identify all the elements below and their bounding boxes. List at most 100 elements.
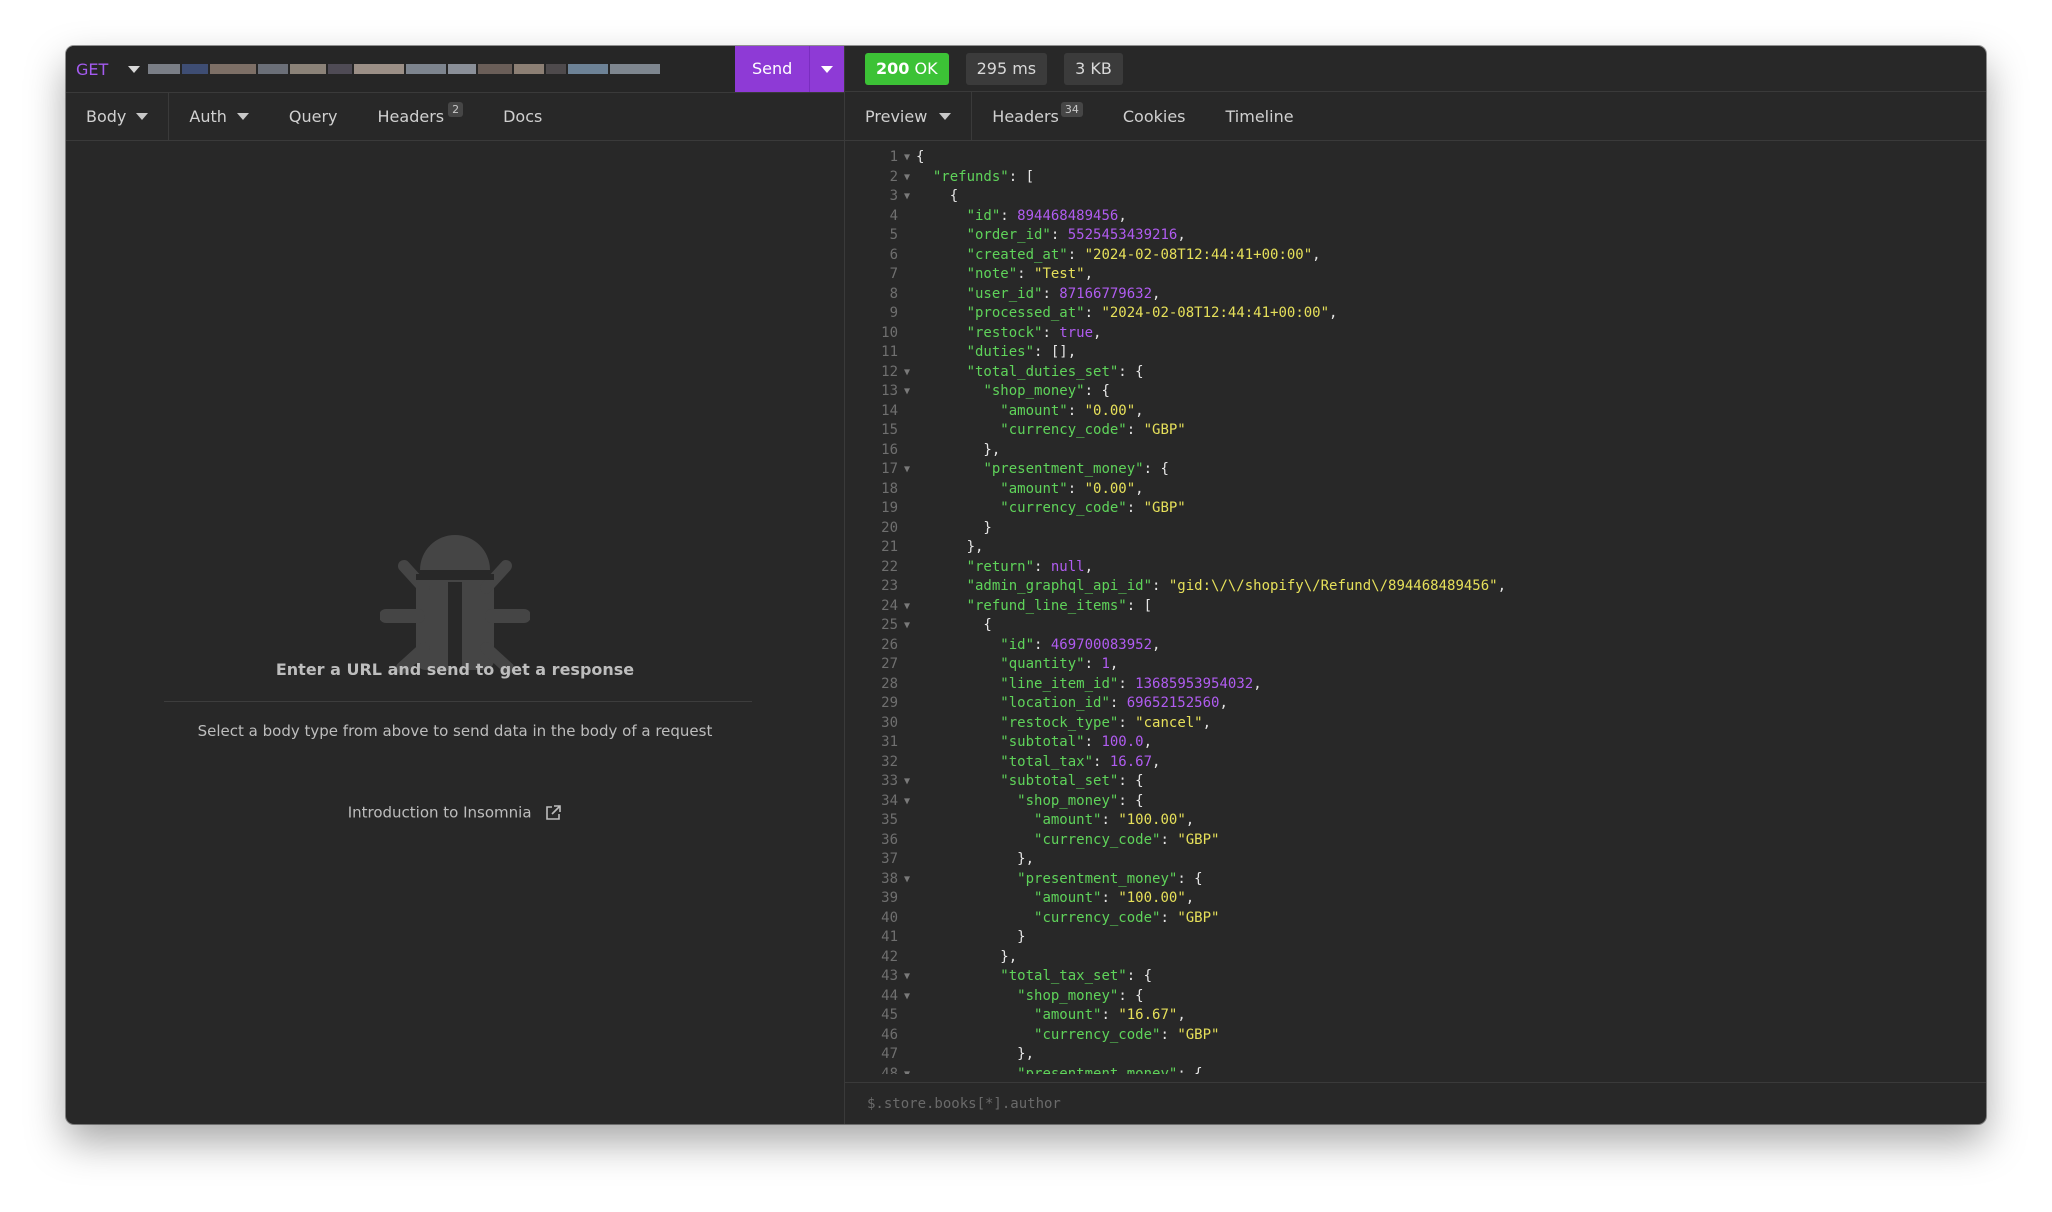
tab-label: Docs (503, 106, 543, 126)
intro-link[interactable]: Introduction to Insomnia (66, 803, 844, 822)
tab-body[interactable]: Body (66, 92, 170, 140)
code-line: 30 "restock_type": "cancel", (845, 714, 1986, 734)
line-number: 13 (881, 383, 898, 399)
line-number: 45 (881, 1007, 898, 1023)
line-number: 20 (881, 519, 898, 536)
tab-timeline[interactable]: Timeline (1206, 92, 1314, 140)
fold-gutter (898, 265, 916, 285)
line-number: 36 (881, 831, 898, 848)
code-token: : (1034, 558, 1051, 575)
send-button[interactable]: Send (735, 46, 809, 92)
line-text: "amount": "0.00", (916, 402, 1143, 422)
line-text: "currency_code": "GBP" (916, 1026, 1219, 1046)
line-number: 29 (881, 695, 898, 711)
code-line: 14 "amount": "0.00", (845, 402, 1986, 422)
tab-query[interactable]: Query (269, 92, 358, 140)
fold-toggle-icon[interactable]: ▼ (898, 187, 916, 207)
fold-toggle-icon[interactable]: ▼ (898, 168, 916, 188)
fold-toggle-icon[interactable]: ▼ (898, 987, 916, 1007)
code-line: 18 "amount": "0.00", (845, 480, 1986, 500)
code-token: "gid:\/\/shopify\/Refund\/894468489456" (1168, 578, 1498, 594)
code-line: 36 "currency_code": "GBP" (845, 831, 1986, 851)
code-token: }, (916, 1046, 1035, 1062)
fold-toggle-icon[interactable]: ▼ (898, 792, 916, 812)
count-badge: 34 (1060, 101, 1083, 117)
fold-toggle-icon[interactable]: ▼ (898, 870, 916, 890)
code-token: : (1152, 578, 1169, 594)
fold-toggle-icon[interactable]: ▼ (898, 148, 916, 168)
line-text: "currency_code": "GBP" (916, 831, 1219, 851)
code-token: "GBP" (1143, 500, 1186, 516)
line-text: "restock_type": "cancel", (916, 714, 1211, 734)
tab-response-headers[interactable]: Headers 34 (972, 92, 1103, 140)
line-text: "created_at": "2024-02-08T12:44:41+00:00… (916, 246, 1321, 266)
line-number: 47 (881, 1046, 898, 1062)
code-token: "order_id" (966, 227, 1051, 243)
code-token: "amount" (1034, 890, 1102, 906)
method-selector[interactable]: GET (76, 46, 141, 92)
fold-toggle-icon[interactable]: ▼ (898, 772, 916, 792)
code-token: }, (916, 441, 1001, 458)
line-number: 39 (881, 890, 898, 906)
code-line: 31 "subtotal": 100.0, (845, 733, 1986, 753)
code-line: 19 "currency_code": "GBP" (845, 499, 1986, 519)
fold-toggle-icon[interactable]: ▼ (898, 967, 916, 987)
code-token: : [ (1008, 168, 1035, 185)
tab-label: Preview (865, 106, 928, 126)
code-line: 10 "restock": true, (845, 324, 1986, 344)
code-token: "2024-02-08T12:44:41+00:00" (1084, 246, 1313, 263)
fold-toggle-icon[interactable]: ▼ (898, 460, 916, 480)
fold-toggle-icon[interactable]: ▼ (898, 363, 916, 383)
send-options-button[interactable] (809, 46, 844, 92)
line-text: "total_duties_set": { (916, 363, 1144, 383)
fold-gutter (898, 1006, 916, 1026)
line-text: { (916, 148, 924, 168)
code-line: 28 "line_item_id": 13685953954032, (845, 675, 1986, 695)
code-token: "restock" (966, 324, 1043, 341)
code-token: : (1160, 831, 1178, 848)
divider (164, 701, 752, 702)
tab-cookies[interactable]: Cookies (1103, 92, 1206, 140)
fold-toggle-icon[interactable]: ▼ (898, 1065, 916, 1075)
code-token: "amount" (1000, 480, 1068, 497)
url-bar: GET Send (66, 46, 844, 93)
response-body-viewer[interactable]: 1 ▼{2 ▼ "refunds": [3 ▼ {4 "id": 8944684894… (845, 148, 1986, 1074)
code-token: "quantity" (1000, 656, 1085, 672)
fold-gutter (898, 538, 916, 558)
code-token: 5525453439216 (1067, 227, 1178, 243)
code-token: "refunds" (932, 168, 1009, 185)
tab-headers[interactable]: Headers 2 (358, 92, 484, 140)
bug-icon (380, 535, 530, 674)
code-token: : (1067, 246, 1085, 263)
fold-toggle-icon[interactable]: ▼ (898, 597, 916, 617)
fold-toggle-icon[interactable]: ▼ (898, 382, 916, 402)
empty-state-subtitle: Select a body type from above to send da… (197, 722, 713, 740)
response-filter-input[interactable] (865, 1095, 1969, 1113)
tab-auth[interactable]: Auth (169, 92, 269, 140)
tab-preview[interactable]: Preview (845, 92, 973, 140)
fold-gutter (898, 675, 916, 695)
line-text: "currency_code": "GBP" (916, 909, 1219, 929)
fold-gutter (898, 831, 916, 851)
line-text: "amount": "16.67", (916, 1006, 1186, 1026)
line-text: "presentment_money": { (916, 870, 1202, 890)
line-number: 2 (889, 168, 898, 185)
code-token: , (1152, 753, 1161, 770)
tab-docs[interactable]: Docs (483, 92, 562, 140)
response-size-badge: 3 KB (1064, 52, 1123, 85)
line-number: 43 (881, 968, 898, 984)
code-token: "GBP" (1177, 831, 1220, 848)
code-token: "presentment_money" (1017, 1065, 1178, 1075)
fold-toggle-icon[interactable]: ▼ (898, 616, 916, 636)
status-text: OK (914, 58, 938, 78)
code-token: "id" (1000, 636, 1035, 653)
code-line: 8 "user_id": 87166779632, (845, 285, 1986, 305)
code-line: 47 }, (845, 1045, 1986, 1065)
code-token: : (1093, 753, 1110, 770)
status-badge: 200 OK (865, 52, 949, 85)
url-input[interactable] (148, 60, 722, 78)
code-token: "shop_money" (983, 383, 1085, 399)
